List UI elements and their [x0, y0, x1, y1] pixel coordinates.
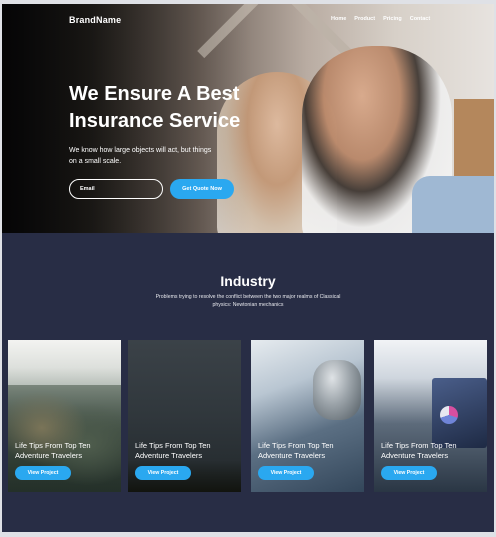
industry-description: Problems trying to resolve the conflict … — [155, 294, 341, 308]
pie-chart-icon — [440, 406, 458, 424]
industry-card-coins[interactable]: Life Tips From Top Ten Adventure Travele… — [251, 340, 364, 492]
hero-subtitle: We know how large objects will act, but … — [69, 147, 212, 165]
nav-home-link[interactable]: Home — [331, 16, 346, 22]
hero-title: We Ensure A Best Insurance Service — [69, 83, 241, 132]
brand-logo[interactable]: BrandName — [69, 15, 121, 25]
hero-photo-box — [454, 99, 494, 179]
card-title: Life Tips From Top Ten Adventure Travele… — [258, 441, 334, 460]
industry-card-laptop[interactable]: Life Tips From Top Ten Adventure Travele… — [374, 340, 487, 492]
landing-page: BrandName Home Product Pricing Contact W… — [2, 4, 494, 532]
industry-title: Industry — [220, 273, 276, 289]
email-input[interactable] — [69, 179, 163, 199]
view-project-button[interactable]: View Project — [15, 466, 71, 480]
card-title: Life Tips From Top Ten Adventure Travele… — [381, 441, 457, 460]
hero-photo-sofa — [412, 176, 494, 233]
card-title: Life Tips From Top Ten Adventure Travele… — [135, 441, 211, 460]
view-project-button[interactable]: View Project — [258, 466, 314, 480]
hero-section: BrandName Home Product Pricing Contact W… — [2, 4, 494, 233]
industry-card-night-sky[interactable]: Life Tips From Top Ten Adventure Travele… — [128, 340, 241, 492]
card-title: Life Tips From Top Ten Adventure Travele… — [15, 441, 91, 460]
nav-pricing-link[interactable]: Pricing — [383, 16, 402, 22]
card-image-coins — [313, 360, 361, 420]
nav-contact-link[interactable]: Contact — [410, 16, 430, 22]
view-project-button[interactable]: View Project — [381, 466, 437, 480]
industry-card-forest[interactable]: Life Tips From Top Ten Adventure Travele… — [8, 340, 121, 492]
get-quote-button[interactable]: Get Quote Now — [170, 179, 234, 199]
nav-product-link[interactable]: Product — [354, 16, 375, 22]
view-project-button[interactable]: View Project — [135, 466, 191, 480]
main-nav: Home Product Pricing Contact — [331, 16, 430, 22]
